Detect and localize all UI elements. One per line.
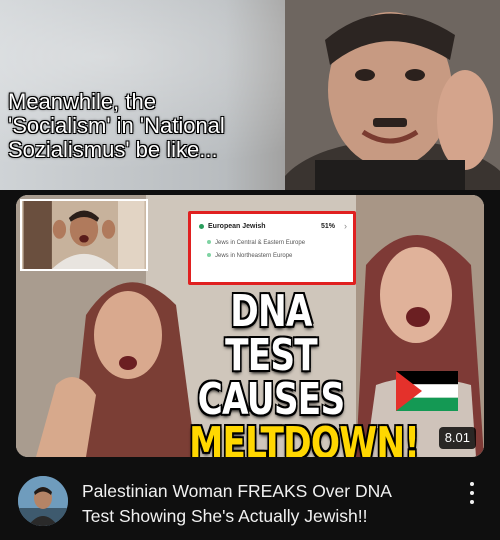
light-green-dot-icon xyxy=(207,240,211,245)
green-dot-icon xyxy=(199,223,204,229)
palestine-flag xyxy=(396,371,458,411)
dna-result-card: European Jewish 51% › Jews in Central & … xyxy=(188,211,356,285)
dna-percent: 51% xyxy=(320,223,335,230)
dna-subrow: Jews in Central & Eastern Europe xyxy=(207,240,305,246)
video-thumbnail[interactable]: European Jewish 51% › Jews in Central & … xyxy=(16,195,484,457)
thumbnail-headline: DNA TEST CAUSES MELTDOWN! xyxy=(166,286,420,458)
dna-subrow-label: Jews in Northeastern Europe xyxy=(215,253,293,259)
headline-line: DNA TEST xyxy=(225,286,318,381)
meme-top-panel: Meanwhile, the 'Socialism' in 'National … xyxy=(0,0,500,190)
caption-line: 'Socialism' in 'National xyxy=(8,113,225,138)
menu-dot xyxy=(470,491,474,495)
meme-caption: Meanwhile, the 'Socialism' in 'National … xyxy=(8,90,328,162)
light-green-dot-icon xyxy=(207,253,211,258)
dna-heading: European Jewish xyxy=(208,223,266,230)
chevron-right-icon: › xyxy=(344,221,347,231)
headline-line-highlight: MELTDOWN! xyxy=(189,418,420,458)
more-vert-icon[interactable] xyxy=(462,478,482,508)
reaction-inset-image xyxy=(20,199,148,271)
video-title-line: Test Showing She's Actually Jewish!! xyxy=(82,506,368,526)
video-title-line: Palestinian Woman FREAKS Over DNA xyxy=(82,481,392,501)
menu-dot xyxy=(470,482,474,486)
video-duration-badge: 8.01 xyxy=(438,427,476,449)
caption-line: Meanwhile, the xyxy=(8,89,156,114)
dna-subrow: Jews in Northeastern Europe xyxy=(207,253,292,259)
channel-avatar[interactable] xyxy=(18,476,68,526)
headline-line: CAUSES xyxy=(197,374,346,425)
menu-dot xyxy=(470,500,474,504)
dna-subrow-label: Jews in Central & Eastern Europe xyxy=(215,240,306,246)
video-title[interactable]: Palestinian Woman FREAKS Over DNA Test S… xyxy=(82,479,462,529)
caption-line: Sozialismus' be like... xyxy=(8,137,218,162)
video-metadata-row: Palestinian Woman FREAKS Over DNA Test S… xyxy=(0,462,500,540)
